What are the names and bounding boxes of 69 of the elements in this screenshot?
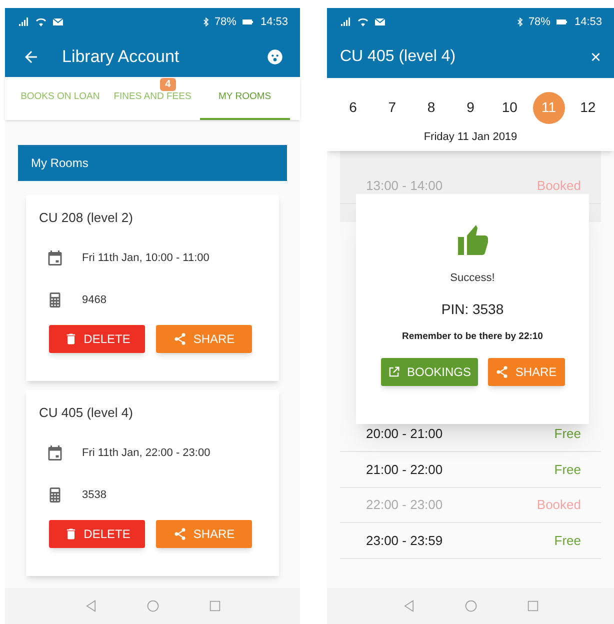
slot-time: 13:00 - 14:00 <box>366 176 443 195</box>
share-icon <box>173 332 188 346</box>
mail-icon <box>373 16 387 28</box>
dialog-title: Success! <box>450 271 495 286</box>
delete-button[interactable]: DELETE <box>49 520 145 548</box>
day-button[interactable]: 11 <box>532 92 565 124</box>
battery-percent: 78% <box>214 14 236 30</box>
signal-icon <box>339 16 353 28</box>
share-button[interactable]: SHARE <box>156 520 252 548</box>
slot-time: 20:00 - 21:00 <box>366 425 443 444</box>
signal-icon <box>17 16 31 28</box>
bookings-button[interactable]: BOOKINGS <box>380 358 478 386</box>
app-title: Library Account <box>62 46 180 68</box>
booking-time: Fri 11th Jan, 22:00 - 23:00 <box>82 446 210 461</box>
wifi-icon <box>34 16 48 28</box>
tab[interactable]: MY ROOMS <box>200 77 290 120</box>
selected-date: Friday 11 Jan 2019 <box>422 130 518 145</box>
slot-status: Free <box>554 460 581 479</box>
slot-status: Booked <box>536 496 581 514</box>
slot-status: Free <box>554 532 581 550</box>
recents-icon <box>526 599 540 613</box>
wifi-icon <box>356 16 370 28</box>
tab[interactable]: BOOKS ON LOAN <box>15 77 106 120</box>
close-button[interactable]: × <box>590 48 601 66</box>
home-icon <box>464 599 478 613</box>
booking-time: Fri 11th Jan, 10:00 - 11:00 <box>82 250 210 266</box>
open-link-icon <box>386 364 401 379</box>
battery-percent: 78% <box>528 14 550 30</box>
delete-button[interactable]: DELETE <box>49 325 145 353</box>
dialog-note: Remember to be there by 22:10 <box>402 330 543 344</box>
time-slot-row[interactable]: 21:00 - 22:00 Free <box>340 452 601 488</box>
share-button[interactable]: SHARE <box>488 358 564 386</box>
day-button[interactable]: 7 <box>376 92 408 124</box>
day-button[interactable]: 8 <box>415 92 448 124</box>
slot-time: 22:00 - 23:00 <box>366 496 443 514</box>
bluetooth-icon <box>201 16 212 28</box>
share-icon <box>495 364 510 379</box>
recents-icon <box>208 599 222 613</box>
bluetooth-icon <box>515 16 526 28</box>
count-badge: 4 <box>160 78 176 91</box>
calendar-icon <box>46 444 64 462</box>
back-icon <box>84 599 98 613</box>
screen-title: CU 405 (level 4) <box>340 47 457 67</box>
day-button[interactable]: 9 <box>454 92 486 124</box>
face-icon <box>267 48 283 64</box>
share-icon <box>173 527 188 541</box>
section-header: My Rooms <box>18 145 287 181</box>
share-button[interactable]: SHARE <box>156 325 252 353</box>
status-time: 14:53 <box>574 14 602 30</box>
dialog-pin: PIN: 3538 <box>441 300 504 318</box>
back-icon <box>402 599 416 613</box>
slot-time: 23:00 - 23:59 <box>366 532 443 550</box>
day-button[interactable]: 12 <box>572 92 604 124</box>
slot-status: Booked <box>536 176 581 195</box>
room-pin: 9468 <box>82 292 106 308</box>
slot-time: 21:00 - 22:00 <box>366 460 443 479</box>
calendar-icon <box>46 249 64 267</box>
slot-status: Free <box>554 425 581 444</box>
room-name: CU 405 (level 4) <box>39 404 134 422</box>
room-pin: 3538 <box>82 488 106 503</box>
time-slot-row[interactable]: 22:00 - 23:00 Booked <box>340 488 601 524</box>
day-button[interactable]: 6 <box>337 92 369 124</box>
mail-icon <box>51 16 65 28</box>
home-icon <box>146 599 160 613</box>
room-name: CU 208 (level 2) <box>39 209 134 227</box>
tab[interactable]: FINES AND FEES 4 <box>107 77 198 120</box>
day-button[interactable]: 10 <box>494 92 526 124</box>
time-slot-row[interactable]: 23:00 - 23:59 Free <box>340 523 601 559</box>
status-time: 14:53 <box>260 14 288 30</box>
